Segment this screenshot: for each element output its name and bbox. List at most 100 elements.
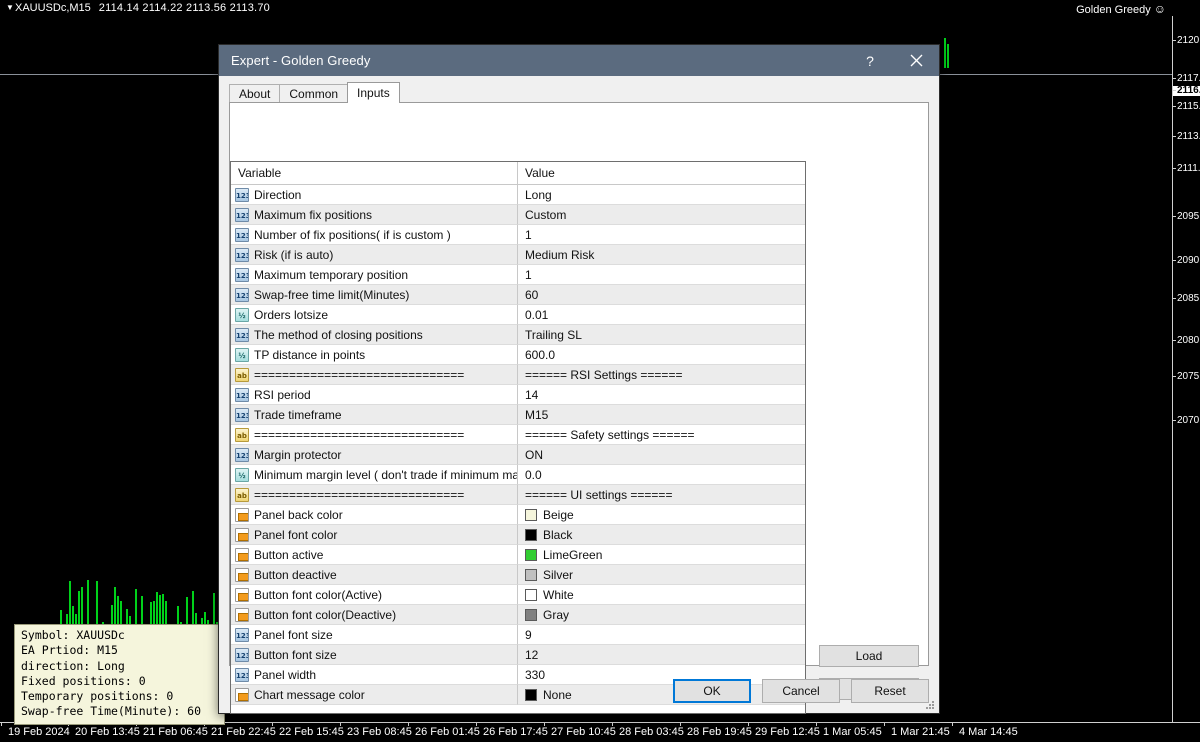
parameter-value-cell[interactable]: Medium Risk xyxy=(518,245,805,265)
table-row[interactable]: Button font color(Active)White xyxy=(231,585,805,605)
close-button[interactable] xyxy=(893,45,939,76)
parameter-value-cell[interactable]: LimeGreen xyxy=(518,545,805,565)
table-row[interactable]: ab==================================== S… xyxy=(231,425,805,445)
parameter-value-label: Beige xyxy=(543,508,574,522)
table-row[interactable]: ½Orders lotsize0.01 xyxy=(231,305,805,325)
table-row[interactable]: 123DirectionLong xyxy=(231,185,805,205)
grip-dot xyxy=(932,707,934,709)
cancel-button[interactable]: Cancel xyxy=(762,679,840,703)
table-row[interactable]: 123The method of closing positionsTraili… xyxy=(231,325,805,345)
table-row[interactable]: ab==================================== U… xyxy=(231,485,805,505)
load-button[interactable]: Load xyxy=(819,645,919,667)
table-row[interactable]: ab==================================== R… xyxy=(231,365,805,385)
parameter-name-label: Maximum temporary position xyxy=(254,268,408,282)
parameter-value-cell[interactable]: 14 xyxy=(518,385,805,405)
color-swatch xyxy=(525,529,537,541)
table-row[interactable]: Button deactiveSilver xyxy=(231,565,805,585)
parameter-value-cell[interactable]: ====== RSI Settings ====== xyxy=(518,365,805,385)
ok-button[interactable]: OK xyxy=(673,679,751,703)
help-button[interactable]: ? xyxy=(847,45,893,76)
table-row[interactable]: 123Risk (if is auto)Medium Risk xyxy=(231,245,805,265)
table-row[interactable]: 123Trade timeframeM15 xyxy=(231,405,805,425)
column-header-value[interactable]: Value xyxy=(518,162,805,184)
parameter-value-cell[interactable]: Black xyxy=(518,525,805,545)
tab-common[interactable]: Common xyxy=(279,84,348,103)
price-tick: 2085.00 xyxy=(1173,294,1200,304)
parameter-value-cell[interactable]: 0.01 xyxy=(518,305,805,325)
table-row[interactable]: Button font color(Deactive) Gray xyxy=(231,605,805,625)
table-header-row: Variable Value xyxy=(231,162,805,185)
column-header-variable[interactable]: Variable xyxy=(231,162,518,184)
parameter-name-label: ============================== xyxy=(254,368,464,382)
table-row[interactable]: 123Panel font size9 xyxy=(231,625,805,645)
parameter-value-cell[interactable]: Trailing SL xyxy=(518,325,805,345)
table-row[interactable]: Button activeLimeGreen xyxy=(231,545,805,565)
parameter-value-cell[interactable]: 12 xyxy=(518,645,805,665)
color-swatch xyxy=(525,589,537,601)
parameter-value-cell[interactable]: White xyxy=(518,585,805,605)
table-row[interactable]: Panel back colorBeige xyxy=(231,505,805,525)
table-row[interactable]: Panel font colorBlack xyxy=(231,525,805,545)
parameter-value-cell[interactable]: ====== Safety settings ====== xyxy=(518,425,805,445)
dialog-body: AboutCommonInputs Variable Value 123Dire… xyxy=(219,76,939,713)
parameter-value-cell[interactable]: 1 xyxy=(518,265,805,285)
int-icon: 123 xyxy=(235,328,249,342)
parameter-value-cell[interactable]: ====== UI settings ====== xyxy=(518,485,805,505)
tab-about[interactable]: About xyxy=(229,84,280,103)
reset-button-label: Reset xyxy=(874,684,905,698)
parameter-value-cell[interactable]: Beige xyxy=(518,505,805,525)
parameter-value-cell[interactable]: 0.0 xyxy=(518,465,805,485)
table-rows-container: 123DirectionLong123Maximum fix positions… xyxy=(231,185,805,705)
parameter-value-cell[interactable]: Silver xyxy=(518,565,805,585)
parameter-value-cell[interactable]: 60 xyxy=(518,285,805,305)
parameter-name-label: Chart message color xyxy=(254,688,365,702)
color-swatch xyxy=(525,509,537,521)
table-row[interactable]: 123RSI period14 xyxy=(231,385,805,405)
parameter-value-cell[interactable]: Long xyxy=(518,185,805,205)
parameter-name-cell: 123RSI period xyxy=(231,385,518,405)
grip-dot xyxy=(932,704,934,706)
load-button-label: Load xyxy=(856,649,883,663)
table-row[interactable]: ½Minimum margin level ( don't trade if m… xyxy=(231,465,805,485)
time-tick-label: 27 Feb 10:45 xyxy=(551,726,616,738)
parameter-value-label: 0.0 xyxy=(525,468,542,482)
reset-button[interactable]: Reset xyxy=(851,679,929,703)
parameter-name-cell: 123Maximum fix positions xyxy=(231,205,518,225)
parameter-name-cell: 123Swap-free time limit(Minutes) xyxy=(231,285,518,305)
parameter-value-cell[interactable]: 600.0 xyxy=(518,345,805,365)
chart-menu-caret-icon[interactable]: ▼ xyxy=(6,0,15,16)
parameters-table[interactable]: Variable Value 123DirectionLong123Maximu… xyxy=(230,161,806,714)
parameter-value-label: ON xyxy=(525,448,543,462)
table-row[interactable]: 123Button font size12 xyxy=(231,645,805,665)
color-swatch xyxy=(525,689,537,701)
chart-price-scale[interactable]: 2120.002117.002116.002115.002113.002111.… xyxy=(1172,16,1200,722)
table-row[interactable]: 123Maximum temporary position1 xyxy=(231,265,805,285)
table-row[interactable]: 123Maximum fix positionsCustom xyxy=(231,205,805,225)
dialog-titlebar[interactable]: Expert - Golden Greedy ? xyxy=(219,45,939,76)
smiley-face-icon: ☺ xyxy=(1154,2,1166,16)
parameter-name-cell: Button active xyxy=(231,545,518,565)
parameter-value-label: White xyxy=(543,588,574,602)
resize-grip[interactable] xyxy=(926,701,936,711)
price-tick: 2070.00 xyxy=(1173,416,1200,426)
parameter-value-cell[interactable]: ON xyxy=(518,445,805,465)
parameter-name-label: Swap-free time limit(Minutes) xyxy=(254,288,409,302)
time-tick-label: 21 Feb 22:45 xyxy=(211,726,276,738)
table-row[interactable]: 123Margin protectorON xyxy=(231,445,805,465)
chart-time-scale[interactable]: 19 Feb 202420 Feb 13:4521 Feb 06:4521 Fe… xyxy=(0,722,1200,742)
parameter-value-cell[interactable]: 9 xyxy=(518,625,805,645)
price-tick: 2113.00 xyxy=(1173,132,1200,142)
table-row[interactable]: 123Swap-free time limit(Minutes)60 xyxy=(231,285,805,305)
parameter-name-label: TP distance in points xyxy=(254,348,365,362)
parameter-value-cell[interactable]: M15 xyxy=(518,405,805,425)
parameter-value-cell[interactable]: Custom xyxy=(518,205,805,225)
parameter-value-cell[interactable]: Gray xyxy=(518,605,805,625)
parameter-name-cell: Button font color(Deactive) xyxy=(231,605,518,625)
table-row[interactable]: 123Number of fix positions( if is custom… xyxy=(231,225,805,245)
tab-inputs[interactable]: Inputs xyxy=(347,82,400,103)
table-row[interactable]: ½TP distance in points600.0 xyxy=(231,345,805,365)
parameter-name-cell: ab============================== xyxy=(231,425,518,445)
parameter-name-label: Button font color(Deactive) xyxy=(254,608,396,622)
parameter-value-cell[interactable]: 1 xyxy=(518,225,805,245)
price-tick: 2090.00 xyxy=(1173,256,1200,266)
